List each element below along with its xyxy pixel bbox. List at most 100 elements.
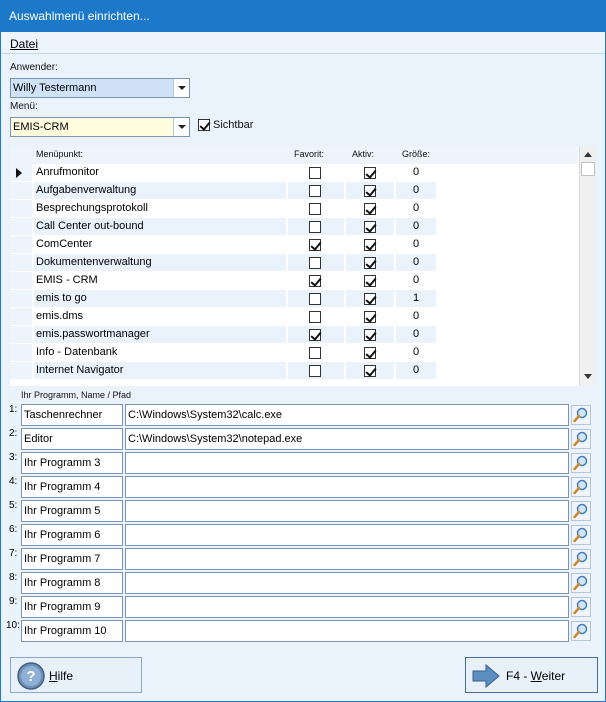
- row-favorite-checkbox[interactable]: [309, 239, 321, 251]
- row-favorite-checkbox[interactable]: [309, 311, 321, 323]
- row-favorite-checkbox[interactable]: [309, 365, 321, 377]
- program-path-field[interactable]: [125, 500, 569, 522]
- row-favorite-checkbox[interactable]: [309, 347, 321, 359]
- next-button[interactable]: F4 - Weiter: [465, 657, 598, 693]
- row-active-checkbox[interactable]: [364, 311, 376, 323]
- magnifier-icon[interactable]: [571, 621, 591, 641]
- row-active-checkbox[interactable]: [364, 239, 376, 251]
- row-size[interactable]: 0: [396, 308, 436, 325]
- table-row[interactable]: EMIS - CRM 0: [10, 272, 578, 290]
- row-selector[interactable]: [10, 236, 32, 253]
- row-favorite-checkbox[interactable]: [309, 203, 321, 215]
- magnifier-icon[interactable]: [571, 525, 591, 545]
- table-row[interactable]: Besprechungsprotokoll 0: [10, 200, 578, 218]
- program-path-field[interactable]: [125, 524, 569, 546]
- row-selector[interactable]: [10, 218, 32, 235]
- program-path-field[interactable]: C:\Windows\System32\notepad.exe: [125, 428, 569, 450]
- table-row[interactable]: emis.dms 0: [10, 308, 578, 326]
- grid-scrollbar[interactable]: [579, 146, 596, 386]
- magnifier-icon[interactable]: [571, 477, 591, 497]
- row-size[interactable]: 0: [396, 236, 436, 253]
- program-name-field[interactable]: Ihr Programm 10: [21, 620, 123, 642]
- row-active-checkbox[interactable]: [364, 203, 376, 215]
- scroll-thumb[interactable]: [581, 162, 595, 176]
- table-row[interactable]: Dokumentenverwaltung 0: [10, 254, 578, 272]
- menu-file[interactable]: Datei: [10, 37, 38, 51]
- row-selector[interactable]: [10, 362, 32, 379]
- program-name-field[interactable]: Ihr Programm 3: [21, 452, 123, 474]
- magnifier-icon[interactable]: [571, 597, 591, 617]
- magnifier-icon[interactable]: [571, 573, 591, 593]
- magnifier-icon[interactable]: [571, 453, 591, 473]
- row-favorite-checkbox[interactable]: [309, 329, 321, 341]
- row-selector[interactable]: [10, 326, 32, 343]
- magnifier-icon[interactable]: [571, 549, 591, 569]
- row-size[interactable]: 0: [396, 344, 436, 361]
- table-row[interactable]: emis.passwortmanager 0: [10, 326, 578, 344]
- row-active-checkbox[interactable]: [364, 347, 376, 359]
- chevron-down-icon[interactable]: [173, 79, 189, 97]
- row-active-checkbox[interactable]: [364, 365, 376, 377]
- user-combo[interactable]: Willy Testermann: [10, 78, 190, 98]
- row-favorite-checkbox[interactable]: [309, 221, 321, 233]
- magnifier-icon[interactable]: [571, 501, 591, 521]
- program-path-field[interactable]: C:\Windows\System32\calc.exe: [125, 404, 569, 426]
- scroll-up-icon[interactable]: [580, 148, 596, 162]
- row-selector[interactable]: [10, 308, 32, 325]
- row-size[interactable]: 0: [396, 218, 436, 235]
- row-active-checkbox[interactable]: [364, 185, 376, 197]
- row-size[interactable]: 0: [396, 326, 436, 343]
- row-size[interactable]: 0: [396, 272, 436, 289]
- scroll-down-icon[interactable]: [580, 370, 596, 384]
- table-row[interactable]: Info - Datenbank 0: [10, 344, 578, 362]
- row-favorite-checkbox[interactable]: [309, 257, 321, 269]
- table-row[interactable]: Internet Navigator 0: [10, 362, 578, 380]
- program-path-field[interactable]: [125, 596, 569, 618]
- row-size[interactable]: 0: [396, 254, 436, 271]
- magnifier-icon[interactable]: [571, 429, 591, 449]
- row-size[interactable]: 0: [396, 362, 436, 379]
- row-favorite-checkbox[interactable]: [309, 275, 321, 287]
- chevron-down-icon[interactable]: [173, 118, 189, 136]
- row-selector[interactable]: [10, 344, 32, 361]
- row-selector[interactable]: [10, 254, 32, 271]
- row-active-checkbox[interactable]: [364, 293, 376, 305]
- help-button[interactable]: ? Hilfe: [10, 657, 142, 693]
- row-favorite-checkbox[interactable]: [309, 167, 321, 179]
- row-active-checkbox[interactable]: [364, 329, 376, 341]
- program-path-field[interactable]: [125, 452, 569, 474]
- table-row[interactable]: Anrufmonitor 0: [10, 164, 578, 182]
- program-name-field[interactable]: Ihr Programm 4: [21, 476, 123, 498]
- program-path-field[interactable]: [125, 548, 569, 570]
- row-favorite-checkbox[interactable]: [309, 293, 321, 305]
- table-row[interactable]: emis to go 1: [10, 290, 578, 308]
- row-selector[interactable]: [10, 182, 32, 199]
- row-active-checkbox[interactable]: [364, 257, 376, 269]
- program-name-field[interactable]: Taschenrechner: [21, 404, 123, 426]
- row-size[interactable]: 0: [396, 200, 436, 217]
- program-name-field[interactable]: Ihr Programm 9: [21, 596, 123, 618]
- program-path-field[interactable]: [125, 476, 569, 498]
- row-active-checkbox[interactable]: [364, 167, 376, 179]
- magnifier-icon[interactable]: [571, 405, 591, 425]
- row-active-checkbox[interactable]: [364, 275, 376, 287]
- program-path-field[interactable]: [125, 572, 569, 594]
- table-row[interactable]: ComCenter 0: [10, 236, 578, 254]
- table-row[interactable]: Call Center out-bound 0: [10, 218, 578, 236]
- menu-combo[interactable]: EMIS-CRM: [10, 117, 190, 137]
- program-name-field[interactable]: Ihr Programm 6: [21, 524, 123, 546]
- program-name-field[interactable]: Editor: [21, 428, 123, 450]
- row-active-checkbox[interactable]: [364, 221, 376, 233]
- row-favorite-checkbox[interactable]: [309, 185, 321, 197]
- program-name-field[interactable]: Ihr Programm 8: [21, 572, 123, 594]
- row-size[interactable]: 0: [396, 182, 436, 199]
- program-name-field[interactable]: Ihr Programm 7: [21, 548, 123, 570]
- row-selector[interactable]: [10, 200, 32, 217]
- row-selector[interactable]: [10, 290, 32, 307]
- row-size[interactable]: 0: [396, 164, 436, 181]
- table-row[interactable]: Aufgabenverwaltung 0: [10, 182, 578, 200]
- row-selector[interactable]: [10, 272, 32, 289]
- visible-checkbox[interactable]: [198, 119, 210, 131]
- row-size[interactable]: 1: [396, 290, 436, 307]
- program-path-field[interactable]: [125, 620, 569, 642]
